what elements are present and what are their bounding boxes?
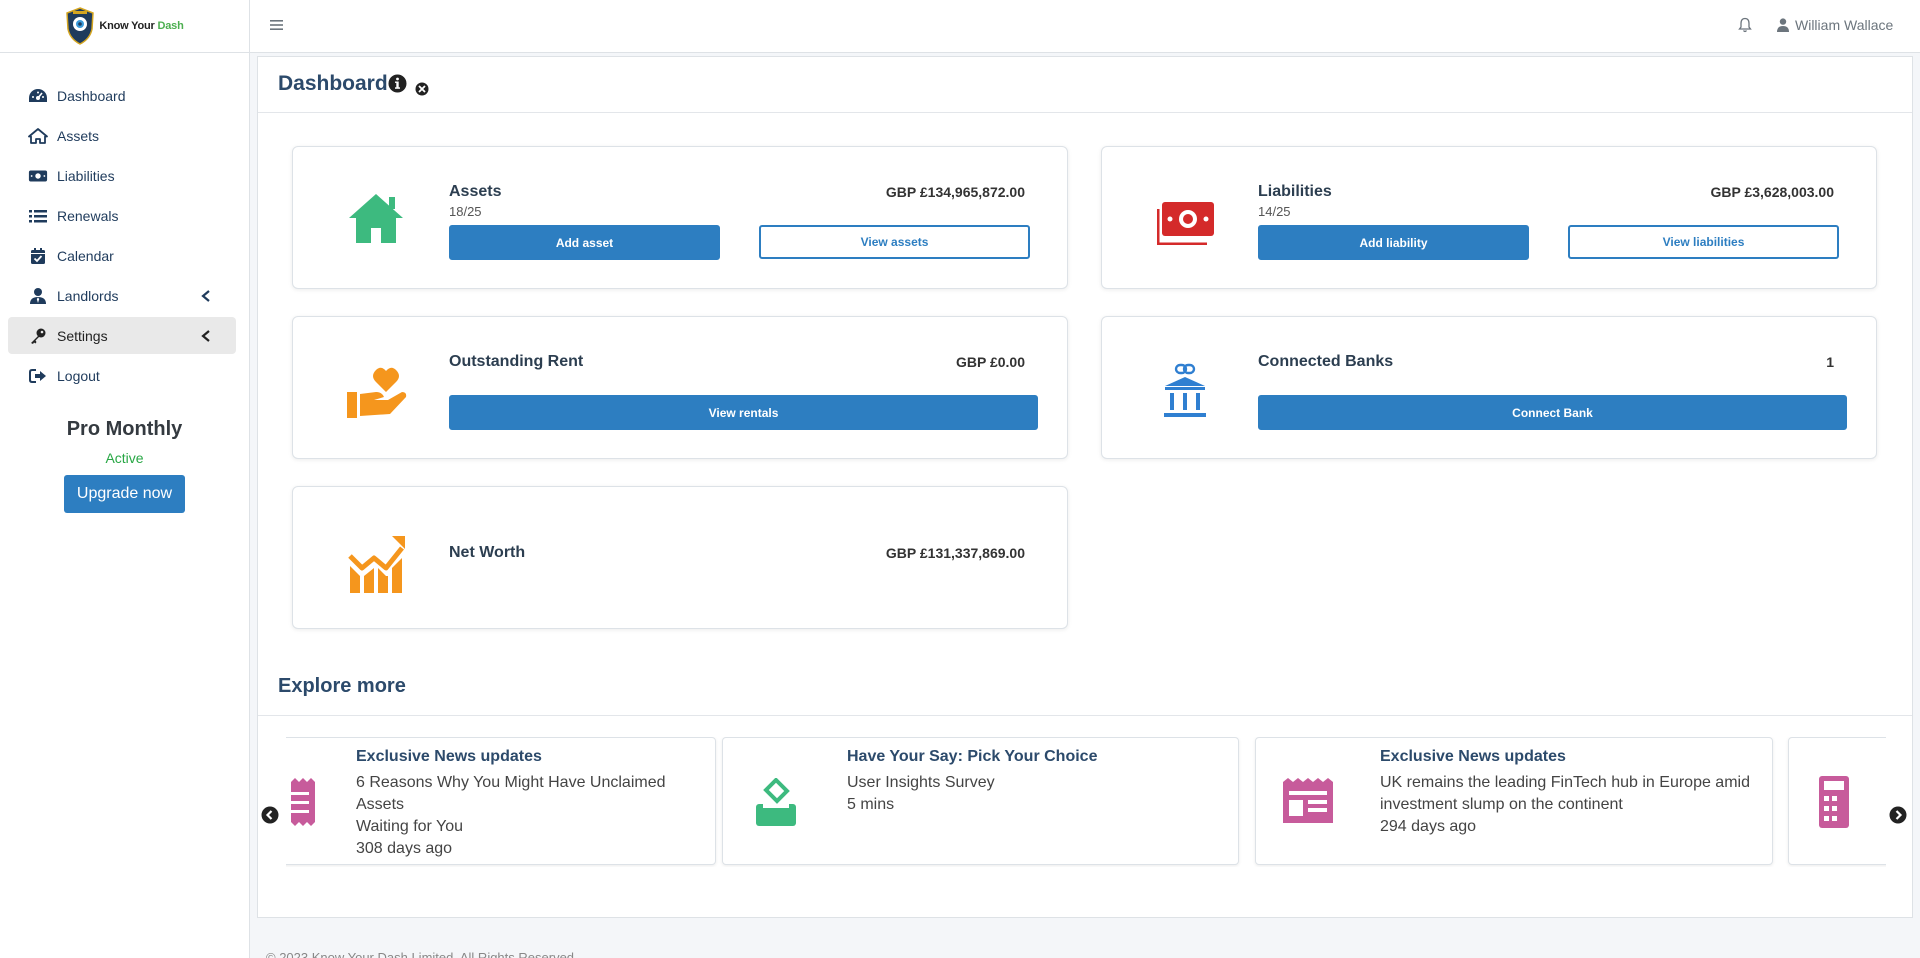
home-icon <box>28 126 48 146</box>
page-title: Dashboard <box>278 72 388 95</box>
plan-panel: Pro Monthly Active Upgrade now <box>0 418 249 513</box>
liabilities-count: 14/25 <box>1258 204 1291 219</box>
news-card[interactable]: Have Your Say: Pick Your Choice User Ins… <box>722 737 1239 865</box>
view-liabilities-button[interactable]: View liabilities <box>1568 225 1839 259</box>
news-card[interactable] <box>1788 737 1886 865</box>
divider <box>258 715 1912 716</box>
sidebar-item-label: Landlords <box>57 287 119 304</box>
carousel-next-arrow-icon[interactable] <box>1889 806 1907 824</box>
news-title: Have Your Say: Pick Your Choice <box>847 748 1098 765</box>
sidebar-item-landlords[interactable]: Landlords <box>8 277 236 314</box>
sidebar-item-label: Calendar <box>57 247 114 264</box>
liabilities-card: Liabilities 14/25 GBP £3,628,003.00 Add … <box>1101 146 1877 289</box>
info-circle-icon[interactable] <box>388 74 407 93</box>
sidebar-item-logout[interactable]: Logout <box>8 357 236 394</box>
sidebar-item-label: Liabilities <box>57 167 115 184</box>
news-summary: UK remains the leading FinTech hub in Eu… <box>1380 772 1750 838</box>
key-icon <box>28 326 48 346</box>
money-bill-icon <box>1157 202 1214 245</box>
net-worth-card: Net Worth GBP £131,337,869.00 <box>292 486 1068 629</box>
user-icon <box>1777 18 1789 32</box>
plan-status: Active <box>105 450 144 466</box>
sidebar-item-liabilities[interactable]: Liabilities <box>8 157 236 194</box>
view-rentals-button[interactable]: View rentals <box>449 395 1038 430</box>
news-summary: User Insights Survey 5 mins <box>847 772 995 816</box>
sidebar-item-label: Renewals <box>57 207 119 224</box>
net-worth-value: GBP £131,337,869.00 <box>885 545 1025 561</box>
liabilities-title: Liabilities <box>1258 183 1332 200</box>
assets-title: Assets <box>449 183 502 200</box>
explore-title: Explore more <box>278 675 406 697</box>
hand-holding-heart-icon <box>347 367 407 418</box>
news-meta: 5 mins <box>847 796 895 813</box>
news-title: Exclusive News updates <box>356 748 542 765</box>
view-assets-button[interactable]: View assets <box>759 225 1030 259</box>
sign-out-icon <box>28 366 48 386</box>
connected-banks-card: Connected Banks 1 Connect Bank <box>1101 316 1877 459</box>
explore-carousel: Exclusive News updates 6 Reasons Why You… <box>286 737 1886 867</box>
sidebar-item-label: Dashboard <box>57 87 126 104</box>
sidebar-nav: Dashboard Assets Liabilities Renewals Ca… <box>0 53 249 394</box>
assets-count: 18/25 <box>449 204 482 219</box>
outstanding-rent-card: Outstanding Rent GBP £0.00 View rentals <box>292 316 1068 459</box>
sidebar-item-settings[interactable]: Settings <box>8 317 236 354</box>
sidebar-item-dashboard[interactable]: Dashboard <box>8 77 236 114</box>
sidebar-item-label: Settings <box>57 327 108 344</box>
news-card[interactable]: Exclusive News updates 6 Reasons Why You… <box>286 737 716 865</box>
sidebar-item-calendar[interactable]: Calendar <box>8 237 236 274</box>
sidebar: Know Your Dash Dashboard Assets Liabilit… <box>0 0 250 958</box>
main-panel: Dashboard Assets 18/25 GBP £134,965,872.… <box>257 56 1913 918</box>
page-header: Dashboard <box>258 57 1912 113</box>
calendar-check-icon <box>28 246 48 266</box>
topbar: William Wallace <box>250 0 1920 53</box>
outstanding-rent-value: GBP £0.00 <box>955 354 1025 370</box>
assets-value: GBP £134,965,872.00 <box>885 184 1025 200</box>
liabilities-value: GBP £3,628,003.00 <box>1710 184 1834 200</box>
outstanding-rent-title: Outstanding Rent <box>449 353 584 370</box>
bank-link-icon <box>1164 363 1206 417</box>
shield-logo-icon <box>66 7 95 45</box>
connected-banks-count: 1 <box>1826 354 1834 370</box>
sidebar-item-assets[interactable]: Assets <box>8 117 236 154</box>
bell-icon[interactable] <box>1738 17 1752 33</box>
add-liability-button[interactable]: Add liability <box>1258 225 1529 260</box>
tachometer-icon <box>28 86 48 106</box>
brand-name: Know Your Dash <box>99 20 184 32</box>
connect-bank-button[interactable]: Connect Bank <box>1258 395 1847 430</box>
news-card[interactable]: Exclusive News updates UK remains the le… <box>1255 737 1773 865</box>
vote-box-icon <box>756 778 796 826</box>
news-title: Exclusive News updates <box>1380 748 1566 765</box>
user-menu[interactable]: William Wallace <box>1777 17 1893 33</box>
chevron-left-icon <box>201 330 210 342</box>
connected-banks-title: Connected Banks <box>1258 353 1394 370</box>
news-meta: 294 days ago <box>1380 818 1477 835</box>
user-name: William Wallace <box>1795 17 1894 33</box>
brand[interactable]: Know Your Dash <box>0 0 249 53</box>
receipt-icon <box>291 778 315 826</box>
calculator-icon <box>1819 776 1849 828</box>
sidebar-item-label: Logout <box>57 367 100 384</box>
chevron-left-icon <box>201 290 210 302</box>
news-summary: 6 Reasons Why You Might Have Unclaimed A… <box>356 772 715 860</box>
plan-name: Pro Monthly <box>66 418 183 440</box>
list-icon <box>28 206 48 226</box>
news-meta: 308 days ago <box>356 840 453 857</box>
add-asset-button[interactable]: Add asset <box>449 225 720 260</box>
upgrade-button[interactable]: Upgrade now <box>63 475 186 513</box>
sidebar-item-label: Assets <box>57 127 100 144</box>
assets-card: Assets 18/25 GBP £134,965,872.00 Add ass… <box>292 146 1068 289</box>
house-icon <box>349 194 403 243</box>
carousel-prev-arrow-icon[interactable] <box>261 806 279 824</box>
chart-growth-icon <box>348 536 405 593</box>
newspaper-icon <box>1283 778 1333 823</box>
close-circle-icon[interactable] <box>415 82 429 96</box>
hamburger-menu-icon[interactable] <box>270 18 284 32</box>
net-worth-title: Net Worth <box>449 544 526 561</box>
user-tie-icon <box>28 286 48 306</box>
sidebar-item-renewals[interactable]: Renewals <box>8 197 236 234</box>
footer-copyright: © 2023 Know Your Dash Limited. All Right… <box>266 950 578 958</box>
money-icon <box>28 166 48 186</box>
